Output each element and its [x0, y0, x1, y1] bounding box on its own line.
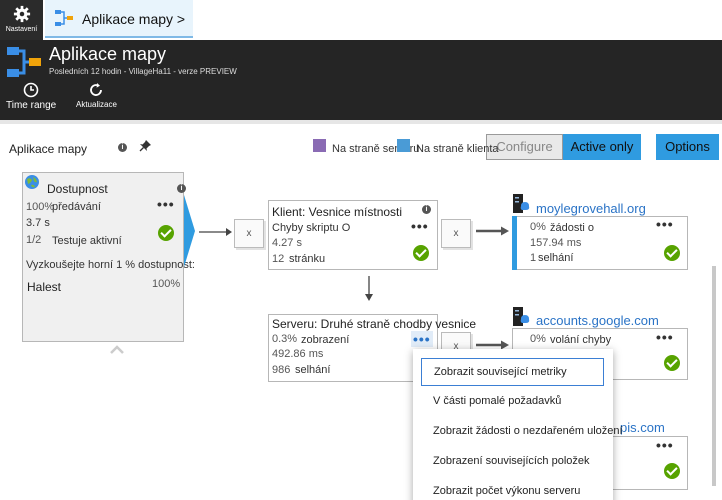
dependency-accent-bar: [512, 216, 517, 270]
connector-node[interactable]: x: [441, 219, 471, 248]
status-ok-icon: [664, 245, 680, 261]
more-options-icon[interactable]: •••: [157, 196, 175, 212]
menu-item-related-metrics[interactable]: Zobrazit související metriky: [421, 358, 604, 386]
remote-dependency-name[interactable]: moylegrovehall.org: [536, 201, 646, 216]
client-load-time: 4.27 s: [272, 237, 302, 249]
server-duration: 492.86 ms: [272, 348, 324, 360]
menu-item-failed-requests[interactable]: Zobrazit žádosti o nezdařeném uložení: [421, 418, 623, 446]
status-ok-icon: [158, 225, 174, 241]
flow-arrow: [199, 228, 232, 236]
breadcrumb: Aplikace mapy >: [82, 11, 186, 27]
settings-nav-button[interactable]: Nastavení: [0, 0, 43, 40]
client-pages-value: 12: [272, 253, 285, 265]
breadcrumb-tab[interactable]: Aplikace mapy >: [45, 0, 193, 38]
server-icon: [513, 194, 530, 213]
page-subtitle: Posledních 12 hodin - VillageHa11 - verz…: [49, 67, 237, 76]
node-edge-indicator: [184, 195, 195, 267]
flow-arrow-down: [365, 276, 373, 301]
client-pages-label: stránku: [289, 253, 326, 265]
server-title: Serveru: Druhé straně chodby vesnice: [272, 317, 477, 331]
server-views-label: zobrazení: [301, 334, 350, 346]
context-menu: Zobrazit související metriky V části pom…: [413, 349, 623, 500]
info-icon[interactable]: i: [422, 205, 431, 214]
remote2-calls-label: volání chyby: [550, 334, 612, 346]
status-ok-icon: [413, 245, 429, 261]
flow-arrow: [476, 226, 509, 236]
more-options-icon[interactable]: •••: [411, 218, 429, 234]
more-options-icon[interactable]: •••: [656, 329, 674, 345]
app-map-icon: [55, 10, 73, 26]
blade-header: Aplikace mapy Posledních 12 hodin - Vill…: [0, 40, 722, 120]
legend-server-swatch: [313, 139, 326, 152]
server-icon: [513, 307, 530, 326]
more-options-icon[interactable]: •••: [656, 437, 674, 453]
availability-cta: Vyzkoušejte horní 1 % dostupnost:: [26, 259, 195, 271]
availability-tests-value: 1/2: [26, 234, 42, 246]
application-map-window: Nastavení Aplikace mapy > Aplikace mapy …: [0, 0, 722, 500]
clock-icon: [23, 82, 39, 98]
remote2-calls-value: 0%: [530, 333, 546, 345]
remote-dependency-name[interactable]: pis.com: [620, 420, 665, 435]
active-only-button[interactable]: Active only: [563, 134, 641, 160]
client-title: Klient: Vesnice místnosti: [272, 205, 403, 219]
globe-icon: [25, 175, 39, 189]
availability-duration: 3.7 s: [26, 217, 50, 229]
menu-item-related-items[interactable]: Zobrazení souvisejících položek: [421, 448, 604, 476]
page-title: Aplikace mapy: [49, 44, 167, 64]
remote-dependency-name[interactable]: accounts.google.com: [536, 313, 659, 328]
availability-stat-label: předávání: [52, 201, 101, 213]
more-options-icon[interactable]: •••: [656, 216, 674, 232]
time-range-label: Time range: [6, 100, 57, 111]
legend-client-label: Na straně klienta: [416, 143, 499, 155]
settings-label: Nastavení: [5, 26, 38, 33]
panel-title: Aplikace mapy: [9, 142, 88, 156]
availability-title: Dostupnost: [47, 182, 108, 196]
remote1-failures-label: selhání: [538, 252, 574, 264]
remote1-failures-value: 1: [530, 252, 537, 264]
app-map-icon: [7, 47, 41, 77]
legend-client-swatch: [397, 139, 410, 152]
pin-icon[interactable]: [139, 139, 152, 152]
menu-item-server-performance[interactable]: Zobrazit počet výkonu serveru: [421, 478, 604, 500]
info-icon[interactable]: i: [118, 143, 127, 152]
refresh-button[interactable]: Aktualizace: [76, 82, 117, 109]
server-views-value: 0.3%: [272, 333, 298, 345]
scrollbar[interactable]: [712, 266, 716, 486]
availability-row-label: Halest: [27, 280, 62, 294]
refresh-icon: [90, 83, 103, 96]
client-script-errors: Chyby skriptu O: [272, 222, 351, 234]
gear-icon: [13, 5, 30, 23]
remote1-duration: 157.94 ms: [530, 237, 582, 249]
remote1-requests-label: žádosti o: [550, 222, 595, 234]
availability-stat-value: 100%: [26, 201, 55, 213]
availability-tests-label: Testuje aktivní: [52, 235, 122, 247]
info-icon[interactable]: i: [177, 184, 186, 193]
more-options-icon[interactable]: •••: [411, 331, 433, 347]
server-failures-label: selhání: [295, 364, 331, 376]
status-ok-icon: [664, 463, 680, 479]
divider: [0, 120, 722, 124]
refresh-label: Aktualizace: [76, 100, 117, 109]
menu-item-slow-requests[interactable]: V části pomalé požadavků: [421, 388, 604, 416]
top-bar: Nastavení Aplikace mapy >: [0, 0, 722, 40]
connector-node[interactable]: x: [234, 219, 264, 248]
status-ok-icon: [664, 355, 680, 371]
time-range-button[interactable]: Time range: [6, 82, 56, 111]
options-button[interactable]: Options: [656, 134, 719, 160]
server-failures-value: 986: [272, 364, 291, 376]
remote1-requests-value: 0%: [530, 221, 546, 233]
chevron-up-icon[interactable]: [110, 345, 124, 354]
availability-row-value: 100%: [152, 278, 181, 290]
